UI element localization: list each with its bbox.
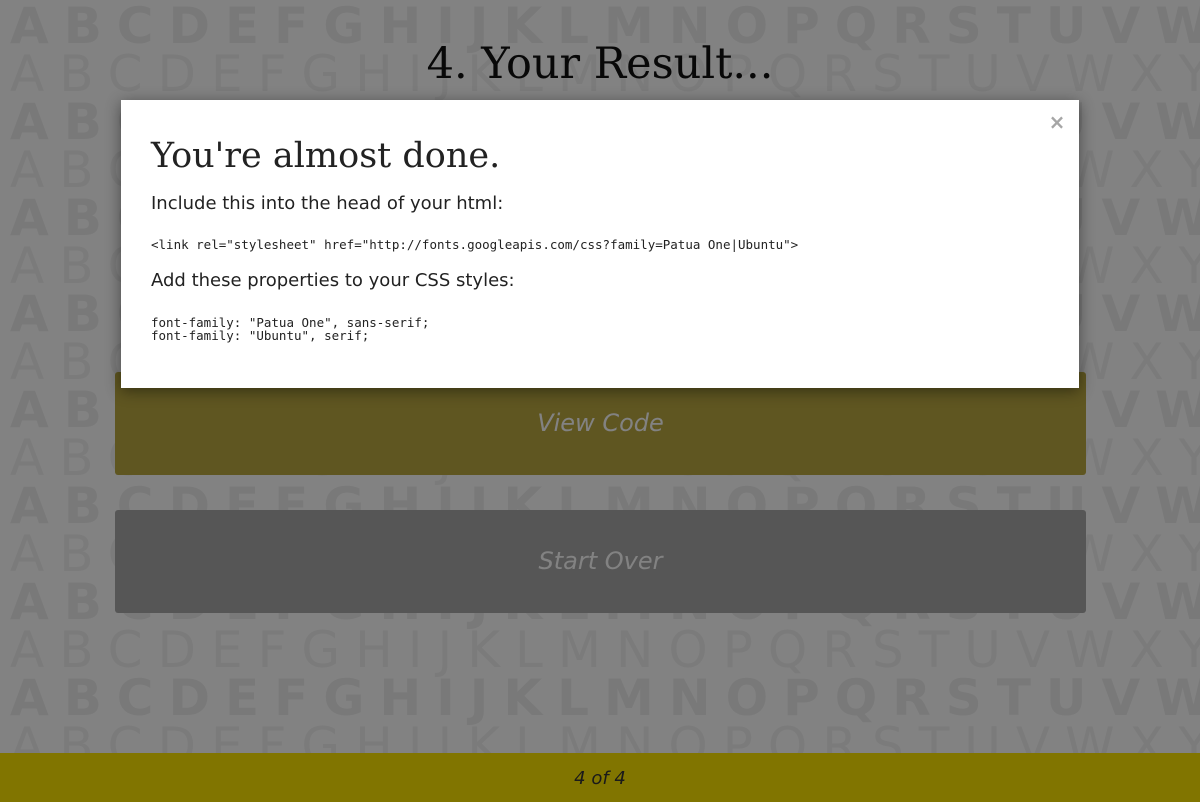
modal-heading: You're almost done. <box>151 136 501 176</box>
close-icon[interactable]: × <box>1047 112 1067 132</box>
head-instruction: Include this into the head of your html: <box>151 193 504 214</box>
link-tag-code: <link rel="stylesheet" href="http://font… <box>151 237 799 252</box>
css-instruction: Add these properties to your CSS styles: <box>151 270 515 291</box>
code-modal: × You're almost done. Include this into … <box>121 100 1079 388</box>
css-code-line: font-family: "Ubuntu", serif; <box>151 328 370 343</box>
